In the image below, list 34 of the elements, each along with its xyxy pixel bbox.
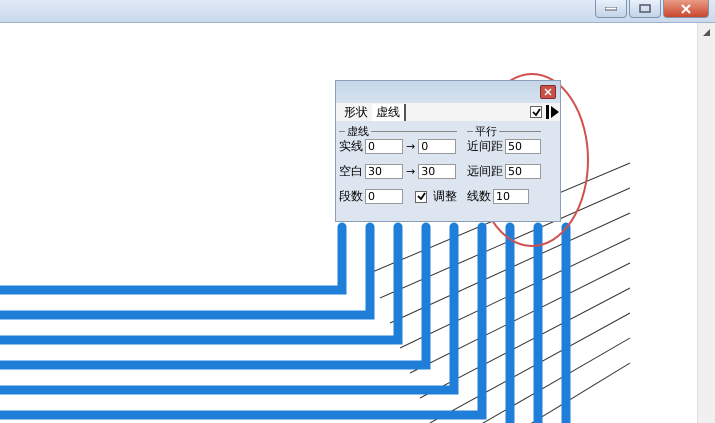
minimize-button[interactable] [595, 0, 627, 18]
field-label: 线数 [467, 188, 491, 205]
tab[interactable]: 虚线 [372, 104, 406, 120]
close-icon [544, 88, 552, 96]
input-field[interactable]: 50 [505, 139, 541, 154]
input-field[interactable]: 0 [365, 139, 403, 154]
checkbox[interactable] [530, 106, 542, 118]
close-button[interactable] [540, 85, 556, 99]
group-title: 虚线 [345, 124, 371, 139]
group-title: 平行 [473, 124, 499, 139]
scroll-up-icon[interactable] [702, 29, 710, 37]
close-icon [680, 4, 692, 14]
minimize-icon [605, 6, 617, 10]
field-label: 段数 [339, 188, 363, 205]
input-field[interactable]: 0 [418, 139, 456, 154]
scrollbar[interactable] [697, 23, 715, 423]
maximize-icon [639, 4, 651, 13]
field-label: 空白 [339, 163, 363, 180]
field-label: 远间距 [467, 163, 503, 180]
field-label: 近间距 [467, 138, 503, 155]
input-field[interactable]: 30 [418, 164, 456, 179]
input-field[interactable]: 0 [365, 189, 403, 204]
checkbox-label: 调整 [433, 188, 457, 205]
input-field[interactable]: 50 [505, 164, 541, 179]
play-icon[interactable] [546, 105, 560, 119]
tab[interactable]: 形状 [340, 104, 372, 120]
field-label: 实线 [339, 138, 363, 155]
input-field[interactable]: 10 [493, 189, 529, 204]
maximize-button[interactable] [629, 0, 661, 18]
input-field[interactable]: 30 [365, 164, 403, 179]
checkbox[interactable] [415, 190, 427, 202]
arrow-icon: → [406, 140, 416, 153]
close-button[interactable] [663, 0, 709, 18]
arrow-icon: → [406, 165, 416, 178]
